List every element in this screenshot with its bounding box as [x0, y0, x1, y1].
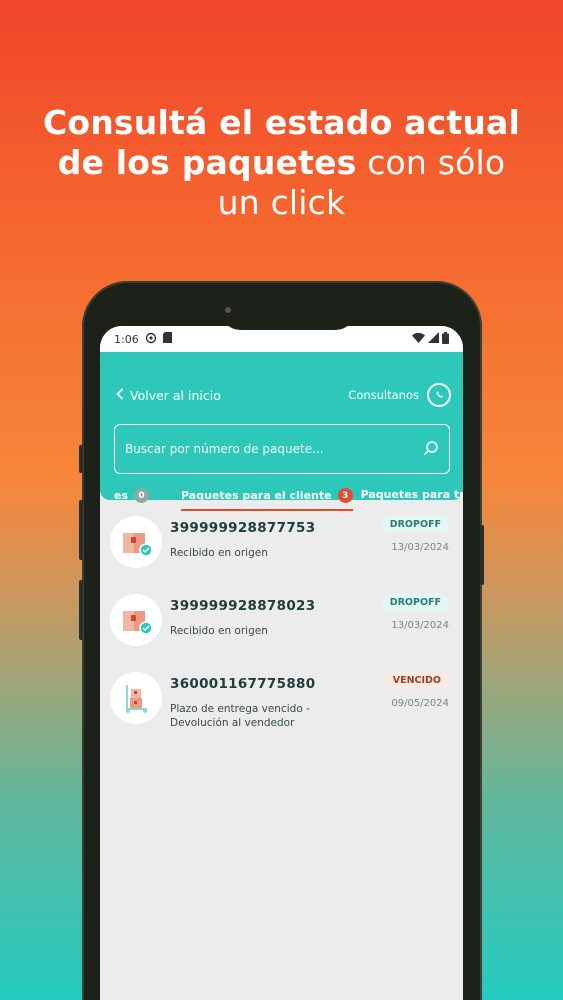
- status-badge: DROPOFF: [381, 594, 449, 611]
- package-date: 13/03/2024: [391, 620, 449, 631]
- phone-side-button: [480, 525, 484, 585]
- search-input[interactable]: [125, 442, 423, 456]
- settings-icon: [145, 332, 157, 347]
- chevron-left-icon: [116, 388, 124, 403]
- contact-button[interactable]: Consultanos: [348, 383, 451, 407]
- package-tabs: es 0 Paquetes para el cliente 3 Paquetes…: [100, 488, 463, 516]
- headline-line3: un click: [217, 183, 346, 222]
- package-number: 360001167775880: [170, 676, 316, 692]
- tab-client-packages[interactable]: Paquetes para el cliente 3: [181, 488, 353, 511]
- tab-label: es: [114, 489, 129, 502]
- search-field[interactable]: [114, 424, 450, 474]
- front-camera: [225, 307, 231, 313]
- tab-label: Paquetes para el cliente: [181, 489, 332, 502]
- list-item[interactable]: 399999928877753 Recibido en origen DROPO…: [100, 516, 463, 594]
- package-list: 399999928877753 Recibido en origen DROPO…: [100, 500, 463, 750]
- app-screen: 1:06 Volver al inicio Consultanos Buscar…: [100, 326, 463, 1000]
- signal-icon: [428, 332, 439, 346]
- phone-side-button: [79, 500, 83, 560]
- tab-label: Paquetes para tra: [360, 488, 463, 501]
- sd-card-icon: [162, 332, 172, 346]
- package-status: Plazo de entrega vencido - Devolución al…: [170, 703, 310, 729]
- package-status: Recibido en origen: [170, 625, 268, 637]
- package-number: 399999928878023: [170, 598, 316, 614]
- status-time: 1:06: [114, 332, 139, 346]
- list-item[interactable]: 399999928878023 Recibido en origen DROPO…: [100, 594, 463, 672]
- search-icon[interactable]: [423, 440, 439, 459]
- package-number: 399999928877753: [170, 520, 316, 536]
- list-item[interactable]: 360001167775880 Plazo de entrega vencido…: [100, 672, 463, 750]
- package-box-icon: [110, 516, 162, 568]
- status-badge: DROPOFF: [381, 516, 449, 533]
- back-label: Volver al inicio: [130, 388, 221, 403]
- package-date: 09/05/2024: [391, 698, 449, 709]
- headline-line2-bold: de los paquetes: [57, 143, 357, 182]
- package-date: 13/03/2024: [391, 542, 449, 553]
- hand-truck-icon: [110, 672, 162, 724]
- battery-icon: [442, 331, 449, 347]
- package-status: Recibido en origen: [170, 547, 268, 559]
- whatsapp-icon: [427, 383, 451, 407]
- package-box-icon: [110, 594, 162, 646]
- status-badge: VENCIDO: [384, 672, 449, 689]
- phone-side-button: [79, 580, 83, 640]
- headline-line1: Consultá el estado actual: [42, 103, 521, 142]
- headline: Consultá el estado actual de los paquete…: [0, 103, 563, 223]
- app-header: Volver al inicio Consultanos es 0 Paquet…: [100, 352, 463, 511]
- contact-label: Consultanos: [348, 388, 419, 402]
- phone-notch: [219, 286, 357, 330]
- wifi-icon: [412, 332, 425, 346]
- headline-line2-normal: con sólo: [367, 143, 506, 182]
- tab-transport-packages[interactable]: Paquetes para tra: [361, 488, 463, 507]
- tab-count-badge: 0: [134, 488, 150, 503]
- tab-count-badge: 3: [337, 488, 353, 503]
- tab-previous[interactable]: es 0: [114, 488, 150, 509]
- phone-side-button: [79, 445, 83, 473]
- back-button[interactable]: Volver al inicio: [116, 388, 221, 403]
